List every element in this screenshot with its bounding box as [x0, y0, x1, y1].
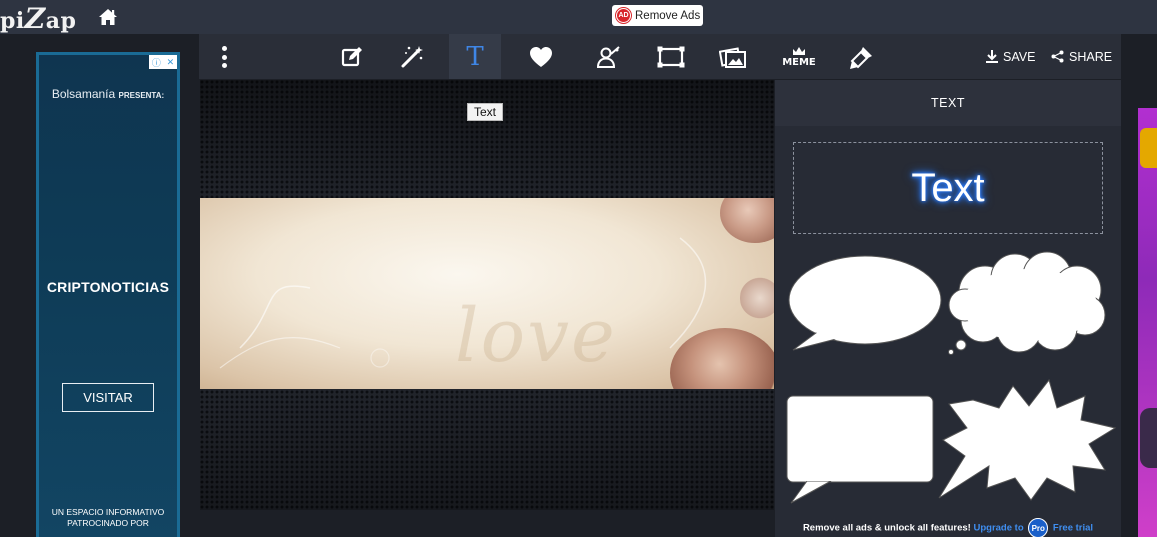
remove-ads-label: Remove Ads: [635, 9, 701, 22]
home-icon[interactable]: [98, 8, 118, 26]
top-bar: piZap AD Remove Ads: [0, 0, 1157, 35]
shout-bubble[interactable]: [935, 378, 1117, 502]
speech-bubble-rectangle[interactable]: [785, 395, 935, 505]
text-sample-label: Text: [911, 165, 985, 210]
pro-badge-icon: Pro: [1028, 518, 1049, 537]
more-menu-icon[interactable]: [215, 44, 233, 70]
cutout-icon: [596, 45, 620, 68]
collage-tool-button[interactable]: [707, 34, 759, 79]
share-button[interactable]: SHARE: [1051, 34, 1112, 79]
text-tooltip: Text: [467, 103, 503, 121]
ad-choices-icon[interactable]: ⓘ ✕: [149, 55, 177, 69]
magic-wand-icon: [401, 45, 423, 67]
text-panel: TEXT Text Remove all ads & unlock all fe…: [775, 80, 1121, 537]
heart-icon: [530, 46, 552, 67]
save-button[interactable]: SAVE: [986, 34, 1035, 79]
left-advertisement[interactable]: ⓘ ✕ Bolsamanía PRESENTA: CRIPTONOTICIAS V…: [36, 52, 180, 537]
frame-icon: [657, 46, 685, 67]
text-tool-button[interactable]: T: [449, 34, 501, 79]
canvas-photo[interactable]: love: [200, 198, 774, 389]
remove-ads-button[interactable]: AD Remove Ads: [612, 5, 703, 26]
right-advertisement[interactable]: [1138, 108, 1157, 537]
stickers-tool-button[interactable]: [515, 34, 567, 79]
ad-visit-button[interactable]: VISITAR: [62, 383, 154, 412]
download-icon: [986, 50, 998, 63]
cutout-tool-button[interactable]: [582, 34, 634, 79]
ad-block-icon: AD: [616, 8, 631, 23]
upgrade-promo[interactable]: Remove all ads & unlock all features! Up…: [775, 518, 1121, 537]
ad-footer: UN ESPACIO INFORMATIVO PATROCINADO POR: [51, 507, 165, 528]
panel-title: TEXT: [775, 80, 1121, 126]
share-label: SHARE: [1069, 49, 1113, 64]
add-text-option[interactable]: Text: [793, 142, 1103, 234]
thought-bubble[interactable]: [945, 250, 1113, 355]
ad-title: CRIPTONOTICIAS: [46, 279, 170, 295]
text-icon: T: [466, 41, 484, 72]
paint-tool-button[interactable]: [836, 34, 888, 79]
share-icon: [1051, 50, 1064, 63]
meme-tool-button[interactable]: MEME: [773, 34, 825, 79]
frames-tool-button[interactable]: [645, 34, 697, 79]
save-label: SAVE: [1003, 49, 1036, 64]
editor-toolbar: T MEME SAVE SHARE: [199, 34, 1121, 79]
free-trial-link[interactable]: Free trial: [1053, 523, 1093, 534]
effects-tool-button[interactable]: [386, 34, 438, 79]
ad-brand: Bolsamanía PRESENTA:: [51, 87, 165, 101]
edit-icon: [341, 46, 362, 66]
paint-brush-icon: [850, 46, 872, 69]
meme-icon: MEME: [782, 46, 816, 68]
edit-tool-button[interactable]: [326, 34, 378, 79]
speech-bubble-oval[interactable]: [785, 252, 945, 352]
collage-icon: [719, 46, 746, 68]
pizap-logo[interactable]: piZap: [0, 2, 76, 35]
